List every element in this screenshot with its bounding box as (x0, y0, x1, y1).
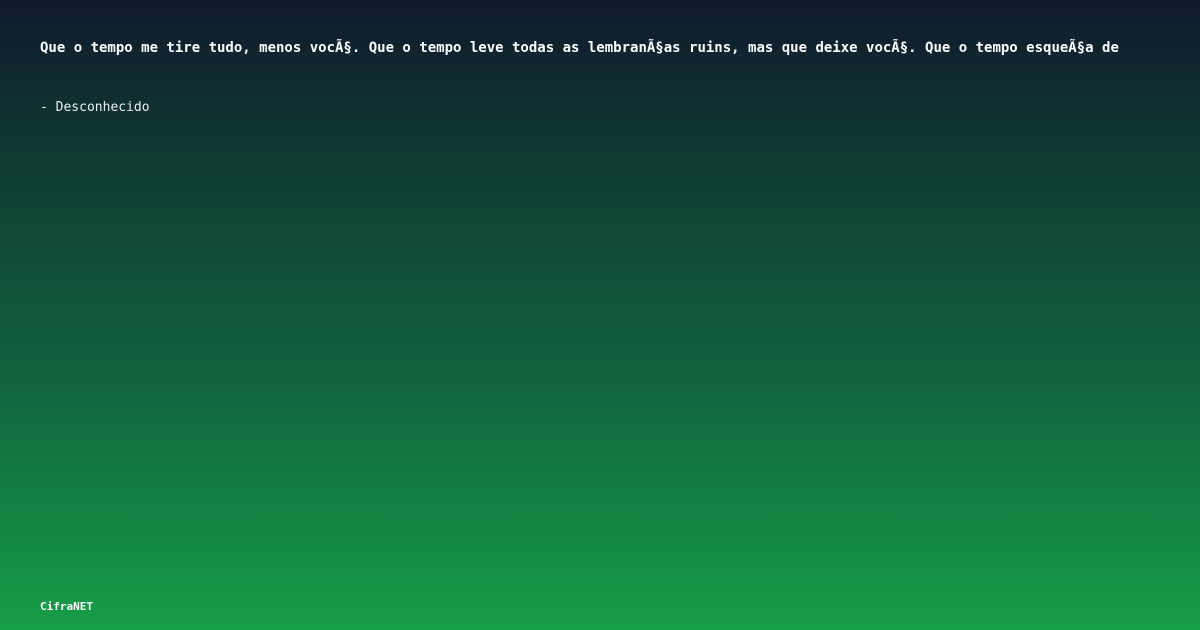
brand-name: CifraNET (40, 600, 93, 613)
quote-text: Que o tempo me tire tudo, menos vocÃ§. Q… (40, 40, 1119, 56)
quote-author: - Desconhecido (40, 100, 150, 115)
